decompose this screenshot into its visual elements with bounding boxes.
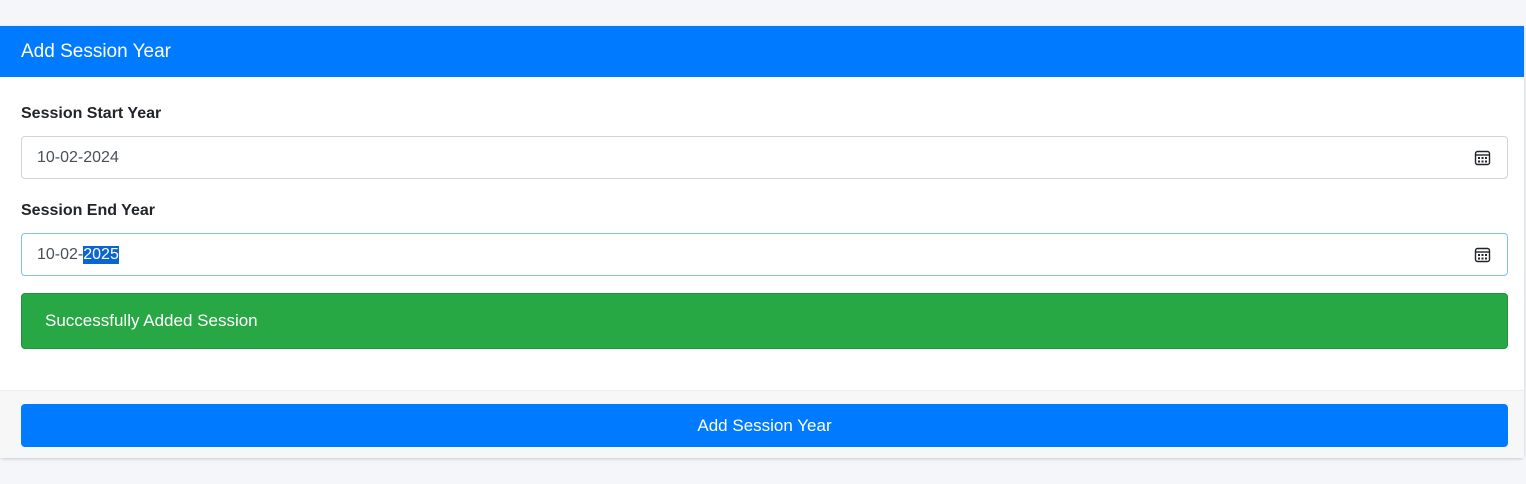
session-end-value-prefix: 10-02- [37, 245, 84, 263]
calendar-icon[interactable] [1474, 149, 1491, 166]
add-session-card: Add Session Year Session Start Year 10-0… [0, 26, 1524, 458]
success-alert: Successfully Added Session [21, 293, 1508, 349]
card-title: Add Session Year [0, 26, 1524, 77]
session-start-label: Session Start Year [21, 105, 162, 122]
session-start-value: 10-02-2024 [37, 148, 119, 166]
card-body: Session Start Year 10-02-2024 Session En… [0, 77, 1524, 390]
session-end-label: Session End Year [21, 202, 155, 219]
calendar-icon[interactable] [1474, 246, 1491, 263]
add-session-year-button[interactable]: Add Session Year [21, 404, 1508, 447]
card-footer: Add Session Year [0, 390, 1524, 458]
session-end-value-selected: 2025 [83, 245, 119, 264]
success-alert-message: Successfully Added Session [45, 311, 258, 330]
session-start-input[interactable]: 10-02-2024 [21, 136, 1508, 179]
session-end-input[interactable]: 10-02- 2025 [21, 233, 1508, 276]
